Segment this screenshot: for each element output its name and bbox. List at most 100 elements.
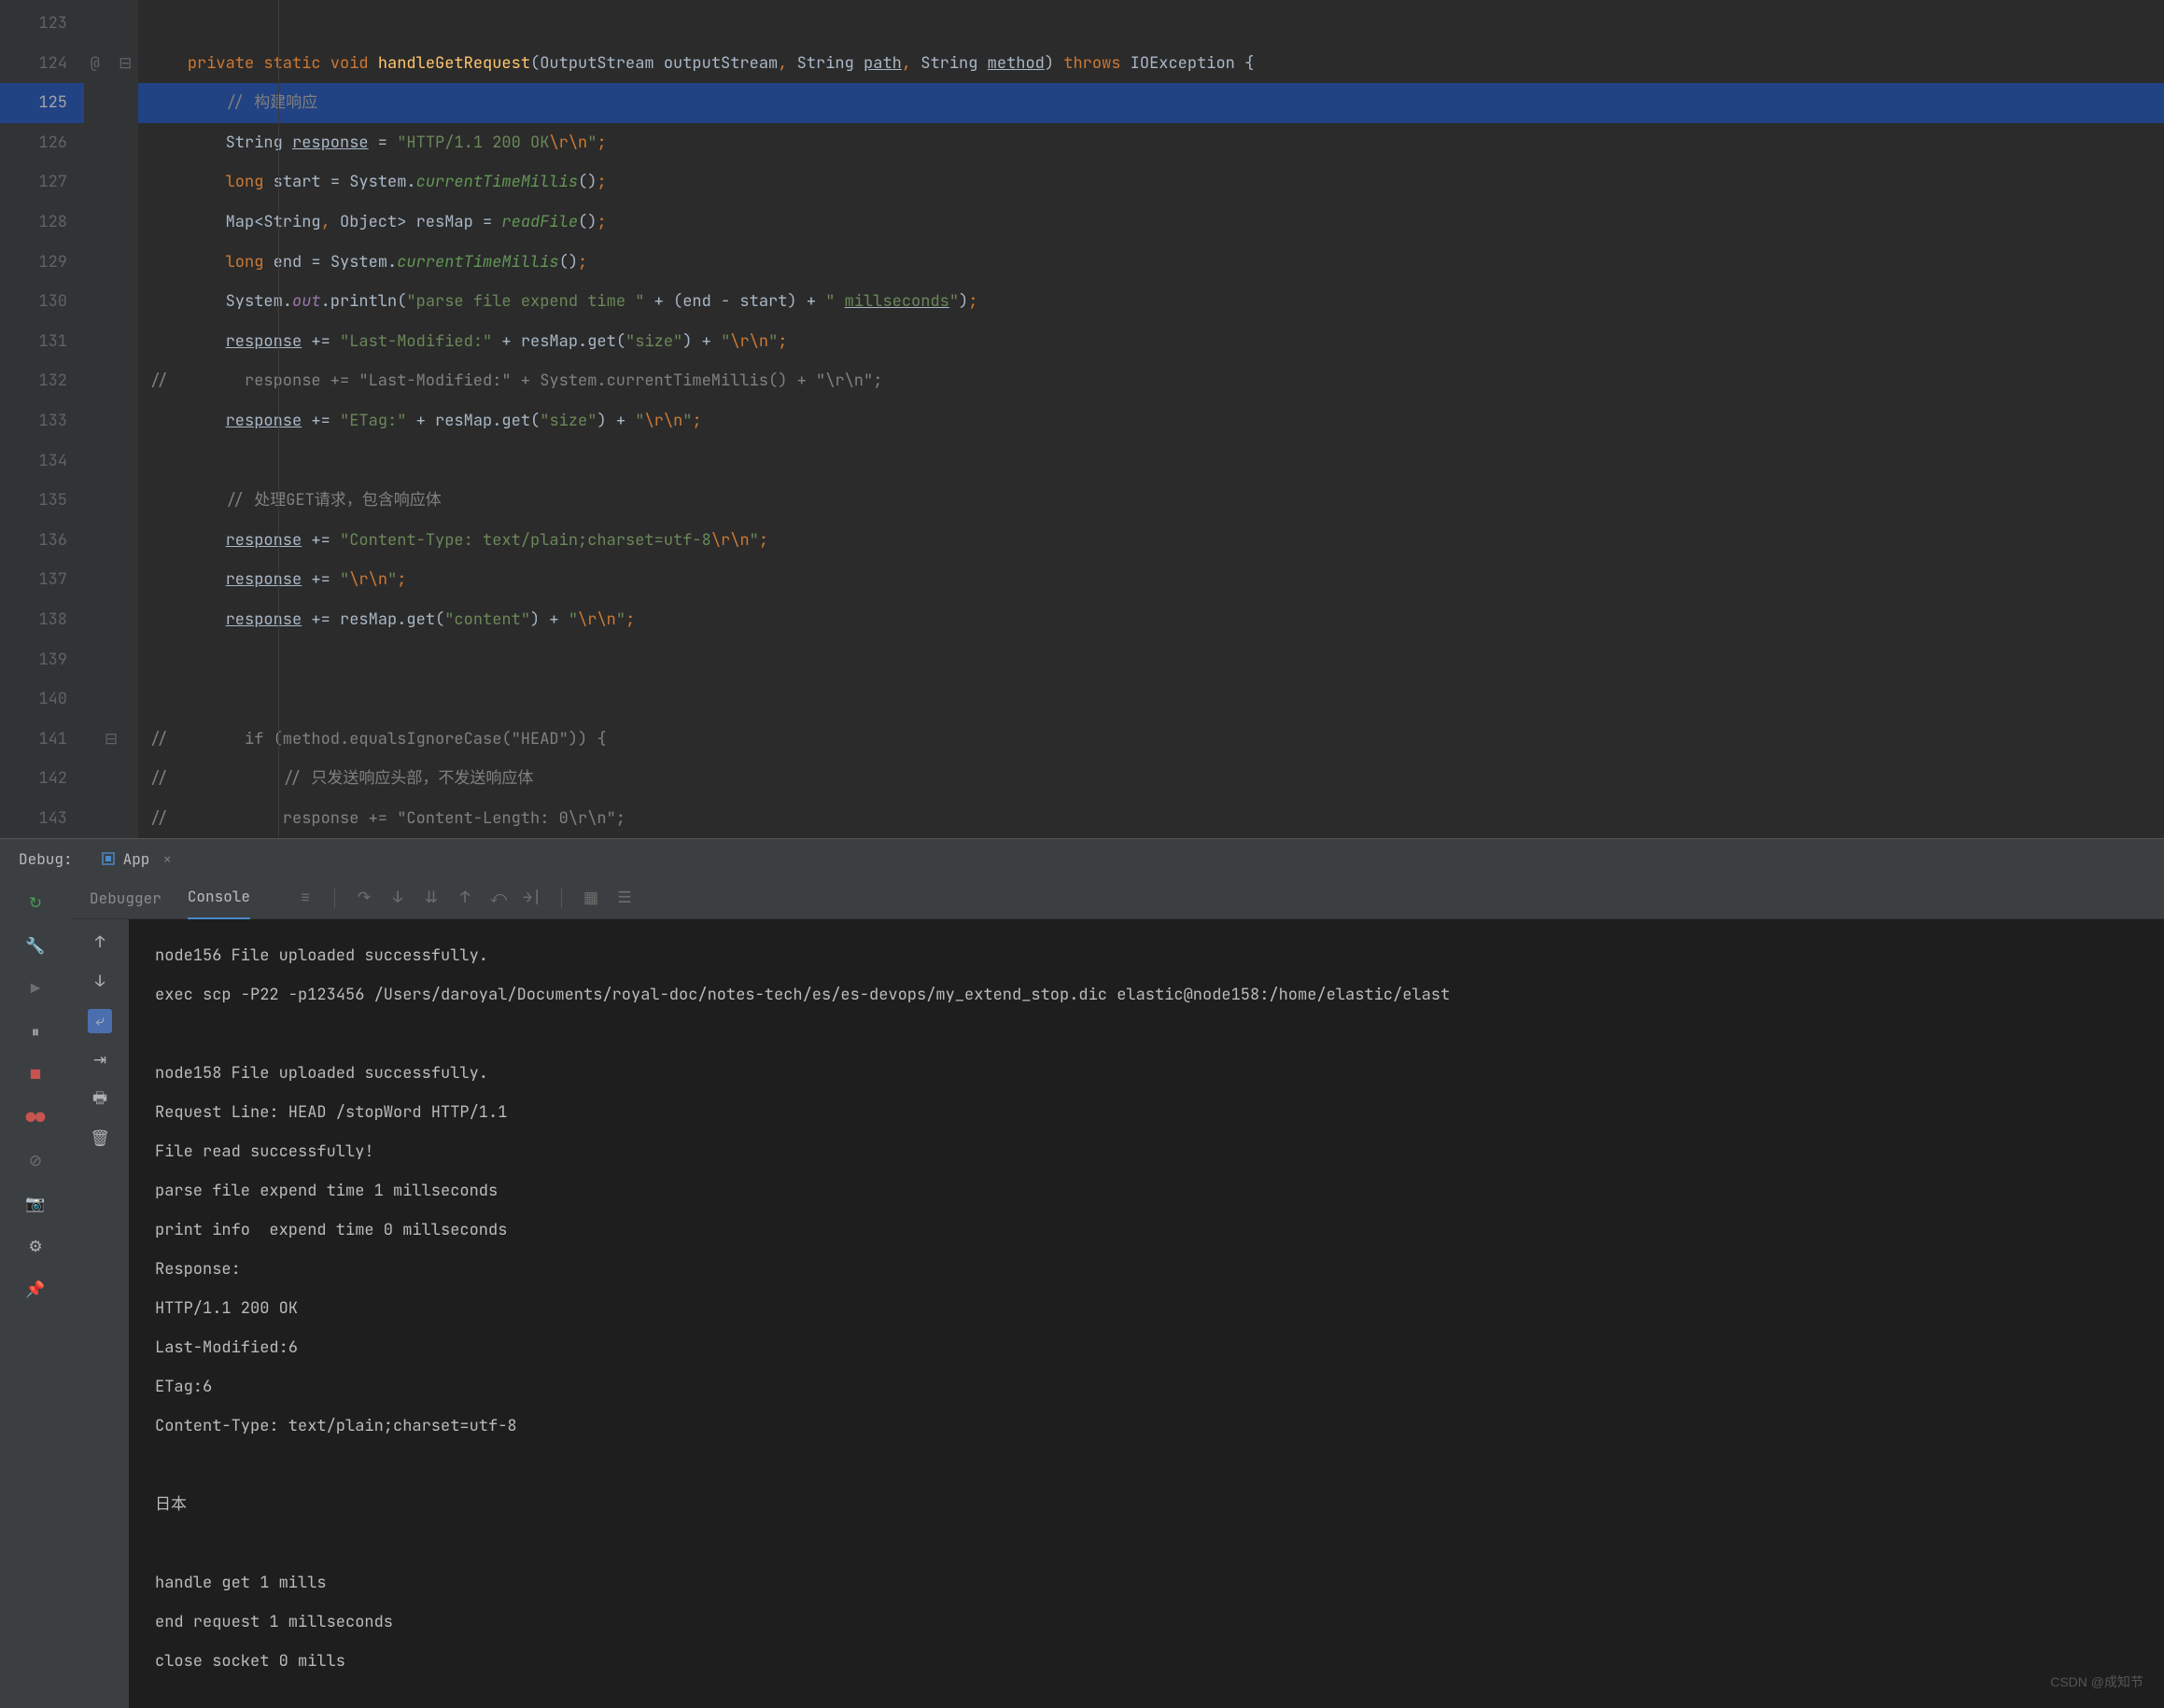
code-line[interactable]: response += resMap.get("content") + "\r\… xyxy=(138,600,2164,640)
trace-icon[interactable]: ☰ xyxy=(614,888,635,908)
pin-icon[interactable]: 📌 xyxy=(22,1277,49,1303)
fold-cell[interactable] xyxy=(84,83,138,123)
fold-cell[interactable] xyxy=(84,162,138,203)
softwrap-icon[interactable]: ⤶ xyxy=(88,1009,112,1033)
step-out-icon[interactable]: ↑ xyxy=(455,888,475,908)
debugger-tab[interactable]: Debugger xyxy=(90,877,162,918)
code-line[interactable]: Map<String, Object> resMap = readFile(); xyxy=(138,203,2164,243)
fold-cell[interactable] xyxy=(84,361,138,401)
code-line[interactable]: // response += "Last-Modified:" + System… xyxy=(138,361,2164,401)
evaluate-icon[interactable]: ▦ xyxy=(581,888,601,908)
code-line[interactable]: response += "Last-Modified:" + resMap.ge… xyxy=(138,322,2164,362)
fold-cell[interactable] xyxy=(84,203,138,243)
line-number[interactable]: 130 xyxy=(0,282,84,322)
pause-icon[interactable]: ⏸ xyxy=(22,1019,49,1045)
settings-gear-icon[interactable]: ⚙ xyxy=(22,1234,49,1260)
code-line[interactable]: response += "\r\n"; xyxy=(138,560,2164,600)
line-number[interactable]: 132 xyxy=(0,361,84,401)
fold-cell[interactable] xyxy=(84,441,138,482)
fold-cell[interactable] xyxy=(84,322,138,362)
line-number[interactable]: 127 xyxy=(0,162,84,203)
code-editor[interactable]: 1231241251261271281291301311321331341351… xyxy=(0,0,2164,838)
print-icon[interactable]: 🖶 xyxy=(88,1087,112,1112)
watermark-text: CSDN @成知节 xyxy=(2050,1673,2143,1691)
console-tab[interactable]: Console xyxy=(188,876,250,920)
step-over-icon[interactable]: ↷ xyxy=(354,888,374,908)
show-exec-point-icon[interactable]: ≡ xyxy=(295,888,316,908)
fold-cell[interactable] xyxy=(84,282,138,322)
code-line[interactable] xyxy=(138,441,2164,482)
fold-cell[interactable]: ⊟ xyxy=(84,720,138,760)
code-area[interactable]: private static void handleGetRequest(Out… xyxy=(138,0,2164,838)
code-line[interactable]: response += "Content-Type: text/plain;ch… xyxy=(138,521,2164,561)
down-icon[interactable]: ↓ xyxy=(88,970,112,994)
line-number-gutter[interactable]: 1231241251261271281291301311321331341351… xyxy=(0,0,84,838)
settings-wrench-icon[interactable]: 🔧 xyxy=(22,933,49,959)
code-line[interactable]: // if (method.equalsIgnoreCase("HEAD")) … xyxy=(138,720,2164,760)
code-line[interactable]: String response = "HTTP/1.1 200 OK\r\n"; xyxy=(138,123,2164,163)
fold-cell[interactable] xyxy=(84,521,138,561)
line-number[interactable]: 135 xyxy=(0,481,84,521)
force-step-into-icon[interactable]: ⇊ xyxy=(421,888,442,908)
code-line[interactable] xyxy=(138,679,2164,720)
code-line[interactable]: // 处理GET请求，包含响应体 xyxy=(138,481,2164,521)
rerun-icon[interactable]: ↻ xyxy=(22,890,49,917)
fold-cell[interactable] xyxy=(84,640,138,680)
line-number[interactable]: 140 xyxy=(0,679,84,720)
fold-cell[interactable] xyxy=(84,243,138,283)
code-line[interactable]: System.out.println("parse file expend ti… xyxy=(138,282,2164,322)
line-number[interactable]: 136 xyxy=(0,521,84,561)
code-line[interactable]: private static void handleGetRequest(Out… xyxy=(138,44,2164,84)
fold-cell[interactable] xyxy=(84,759,138,799)
fold-cell[interactable] xyxy=(84,679,138,720)
scroll-end-icon[interactable]: ⇥ xyxy=(88,1048,112,1072)
close-icon[interactable]: × xyxy=(157,849,172,869)
line-number[interactable]: 133 xyxy=(0,401,84,441)
line-number[interactable]: 129 xyxy=(0,243,84,283)
line-number[interactable]: 139 xyxy=(0,640,84,680)
console-output[interactable]: node156 File uploaded successfully. exec… xyxy=(129,919,2164,1708)
line-number[interactable]: 138 xyxy=(0,600,84,640)
drop-frame-icon[interactable]: ⤺ xyxy=(488,888,509,908)
code-line[interactable] xyxy=(138,640,2164,680)
breakpoints-icon[interactable]: ●● xyxy=(22,1105,49,1131)
code-line[interactable]: // 构建响应 xyxy=(138,83,2164,123)
debug-toolwindow-header[interactable]: Debug: App × xyxy=(0,838,2164,878)
fold-cell[interactable] xyxy=(84,401,138,441)
fold-cell[interactable]: @ ⊟ xyxy=(84,44,138,84)
line-number[interactable]: 124 xyxy=(0,44,84,84)
fold-gutter[interactable]: @ ⊟ ⊟ xyxy=(84,0,138,838)
step-into-icon[interactable]: ↓ xyxy=(387,888,408,908)
fold-cell[interactable] xyxy=(84,123,138,163)
code-line[interactable]: // response += "Content-Length: 0\r\n"; xyxy=(138,799,2164,839)
line-number[interactable]: 141 xyxy=(0,720,84,760)
line-number[interactable]: 131 xyxy=(0,322,84,362)
line-number[interactable]: 142 xyxy=(0,759,84,799)
debug-sidebar: ↻ 🔧 ▶ ⏸ ■ ●● ⊘ 📷 ⚙ 📌 xyxy=(0,877,71,1708)
fold-cell[interactable] xyxy=(84,799,138,839)
stop-icon[interactable]: ■ xyxy=(22,1062,49,1088)
line-number[interactable]: 137 xyxy=(0,560,84,600)
fold-cell[interactable] xyxy=(84,600,138,640)
clear-icon[interactable]: 🗑 xyxy=(88,1127,112,1151)
up-icon[interactable]: ↑ xyxy=(88,931,112,955)
line-number[interactable]: 126 xyxy=(0,123,84,163)
line-number[interactable]: 128 xyxy=(0,203,84,243)
resume-icon[interactable]: ▶ xyxy=(22,976,49,1002)
mute-bp-icon[interactable]: ⊘ xyxy=(22,1148,49,1174)
code-line[interactable]: long end = System.currentTimeMillis(); xyxy=(138,243,2164,283)
debug-config-tab[interactable]: App × xyxy=(91,849,181,869)
code-line[interactable] xyxy=(138,4,2164,44)
fold-cell[interactable] xyxy=(84,481,138,521)
code-line[interactable]: long start = System.currentTimeMillis(); xyxy=(138,162,2164,203)
fold-cell[interactable] xyxy=(84,560,138,600)
line-number[interactable]: 143 xyxy=(0,799,84,839)
code-line[interactable]: response += "ETag:" + resMap.get("size")… xyxy=(138,401,2164,441)
camera-icon[interactable]: 📷 xyxy=(22,1191,49,1217)
line-number[interactable]: 125 xyxy=(0,83,84,123)
fold-cell[interactable] xyxy=(84,4,138,44)
line-number[interactable]: 123 xyxy=(0,4,84,44)
code-line[interactable]: // // 只发送响应头部，不发送响应体 xyxy=(138,759,2164,799)
line-number[interactable]: 134 xyxy=(0,441,84,482)
run-to-cursor-icon[interactable]: →| xyxy=(522,888,542,908)
